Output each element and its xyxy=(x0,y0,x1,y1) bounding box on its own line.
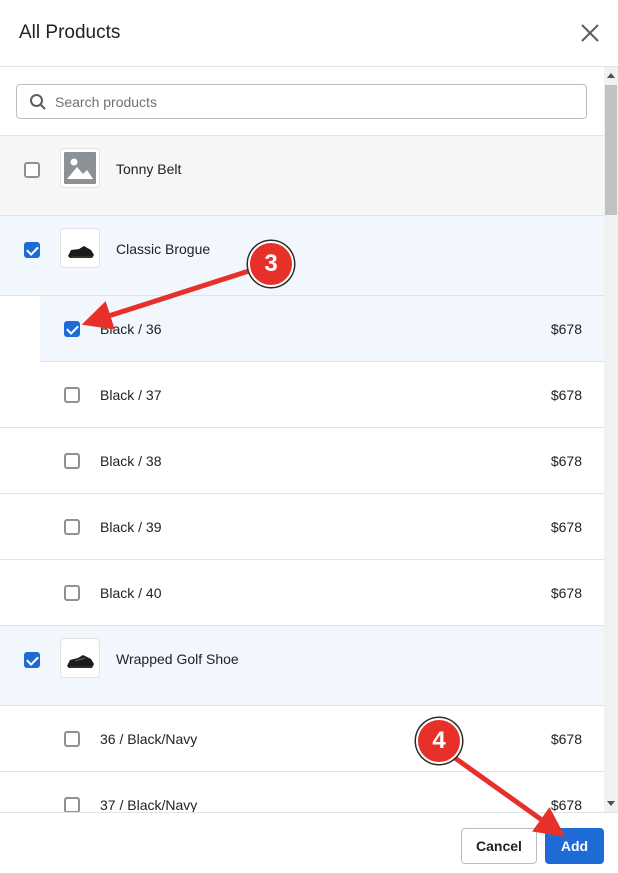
variant-name: Black / 37 xyxy=(100,387,162,403)
placeholder-image-icon xyxy=(60,148,100,188)
search-input[interactable] xyxy=(55,85,575,118)
variant-row[interactable]: 36 / Black/Navy $678 xyxy=(0,706,604,772)
variant-name: 37 / Black/Navy xyxy=(100,797,198,812)
dialog-header: All Products xyxy=(0,0,618,67)
variant-price: $678 xyxy=(550,387,582,403)
product-checkbox[interactable] xyxy=(24,652,40,668)
close-icon[interactable] xyxy=(579,22,601,44)
variant-checkbox[interactable] xyxy=(64,731,80,747)
variant-row[interactable]: Black / 40 $678 xyxy=(0,560,604,626)
variant-price: $678 xyxy=(550,519,582,535)
variant-name: Black / 36 xyxy=(100,321,162,337)
scrollbar[interactable] xyxy=(604,67,618,812)
product-checkbox[interactable] xyxy=(24,242,40,258)
variant-checkbox[interactable] xyxy=(64,585,80,601)
product-name: Wrapped Golf Shoe xyxy=(116,651,239,667)
product-name: Tonny Belt xyxy=(116,161,182,177)
callout-badge-3: 3 xyxy=(248,241,294,287)
add-button[interactable]: Add xyxy=(545,828,604,864)
search-section xyxy=(0,67,604,136)
cancel-button[interactable]: Cancel xyxy=(461,828,537,864)
shoe-image xyxy=(60,638,100,678)
scrollbar-thumb[interactable] xyxy=(605,85,617,215)
product-row-tonny-belt[interactable]: Tonny Belt xyxy=(0,136,604,216)
variant-checkbox[interactable] xyxy=(64,387,80,403)
variant-name: Black / 39 xyxy=(100,519,162,535)
scroll-up-arrow-icon[interactable] xyxy=(607,73,615,78)
variant-price: $678 xyxy=(550,585,582,601)
variant-name: Black / 40 xyxy=(100,585,162,601)
product-checkbox[interactable] xyxy=(24,162,40,178)
dialog-footer: Cancel Add xyxy=(0,812,618,873)
dialog-title: All Products xyxy=(19,22,121,43)
product-list[interactable]: Tonny Belt Classic Brogue Black / 36 $67… xyxy=(0,67,604,812)
variant-row[interactable]: 37 / Black/Navy $678 xyxy=(0,772,604,812)
variant-price: $678 xyxy=(550,321,582,337)
product-row-wrapped-golf-shoe[interactable]: Wrapped Golf Shoe xyxy=(0,626,604,706)
product-name: Classic Brogue xyxy=(116,241,211,257)
variant-checkbox[interactable] xyxy=(64,453,80,469)
search-icon xyxy=(30,94,46,110)
shoe-image xyxy=(60,228,100,268)
search-box[interactable] xyxy=(16,84,587,119)
variant-checkbox[interactable] xyxy=(64,321,80,337)
variant-checkbox[interactable] xyxy=(64,519,80,535)
variant-price: $678 xyxy=(550,731,582,747)
scroll-down-arrow-icon[interactable] xyxy=(607,801,615,806)
variant-row[interactable]: Black / 37 $678 xyxy=(0,362,604,428)
variant-name: 36 / Black/Navy xyxy=(100,731,198,747)
variant-checkbox[interactable] xyxy=(64,797,80,812)
variant-price: $678 xyxy=(550,453,582,469)
product-row-classic-brogue[interactable]: Classic Brogue xyxy=(0,216,604,296)
variant-row[interactable]: Black / 36 $678 xyxy=(40,296,604,362)
variant-name: Black / 38 xyxy=(100,453,162,469)
callout-badge-4: 4 xyxy=(416,718,462,764)
variant-price: $678 xyxy=(550,797,582,812)
variant-row[interactable]: Black / 38 $678 xyxy=(0,428,604,494)
variant-row[interactable]: Black / 39 $678 xyxy=(0,494,604,560)
